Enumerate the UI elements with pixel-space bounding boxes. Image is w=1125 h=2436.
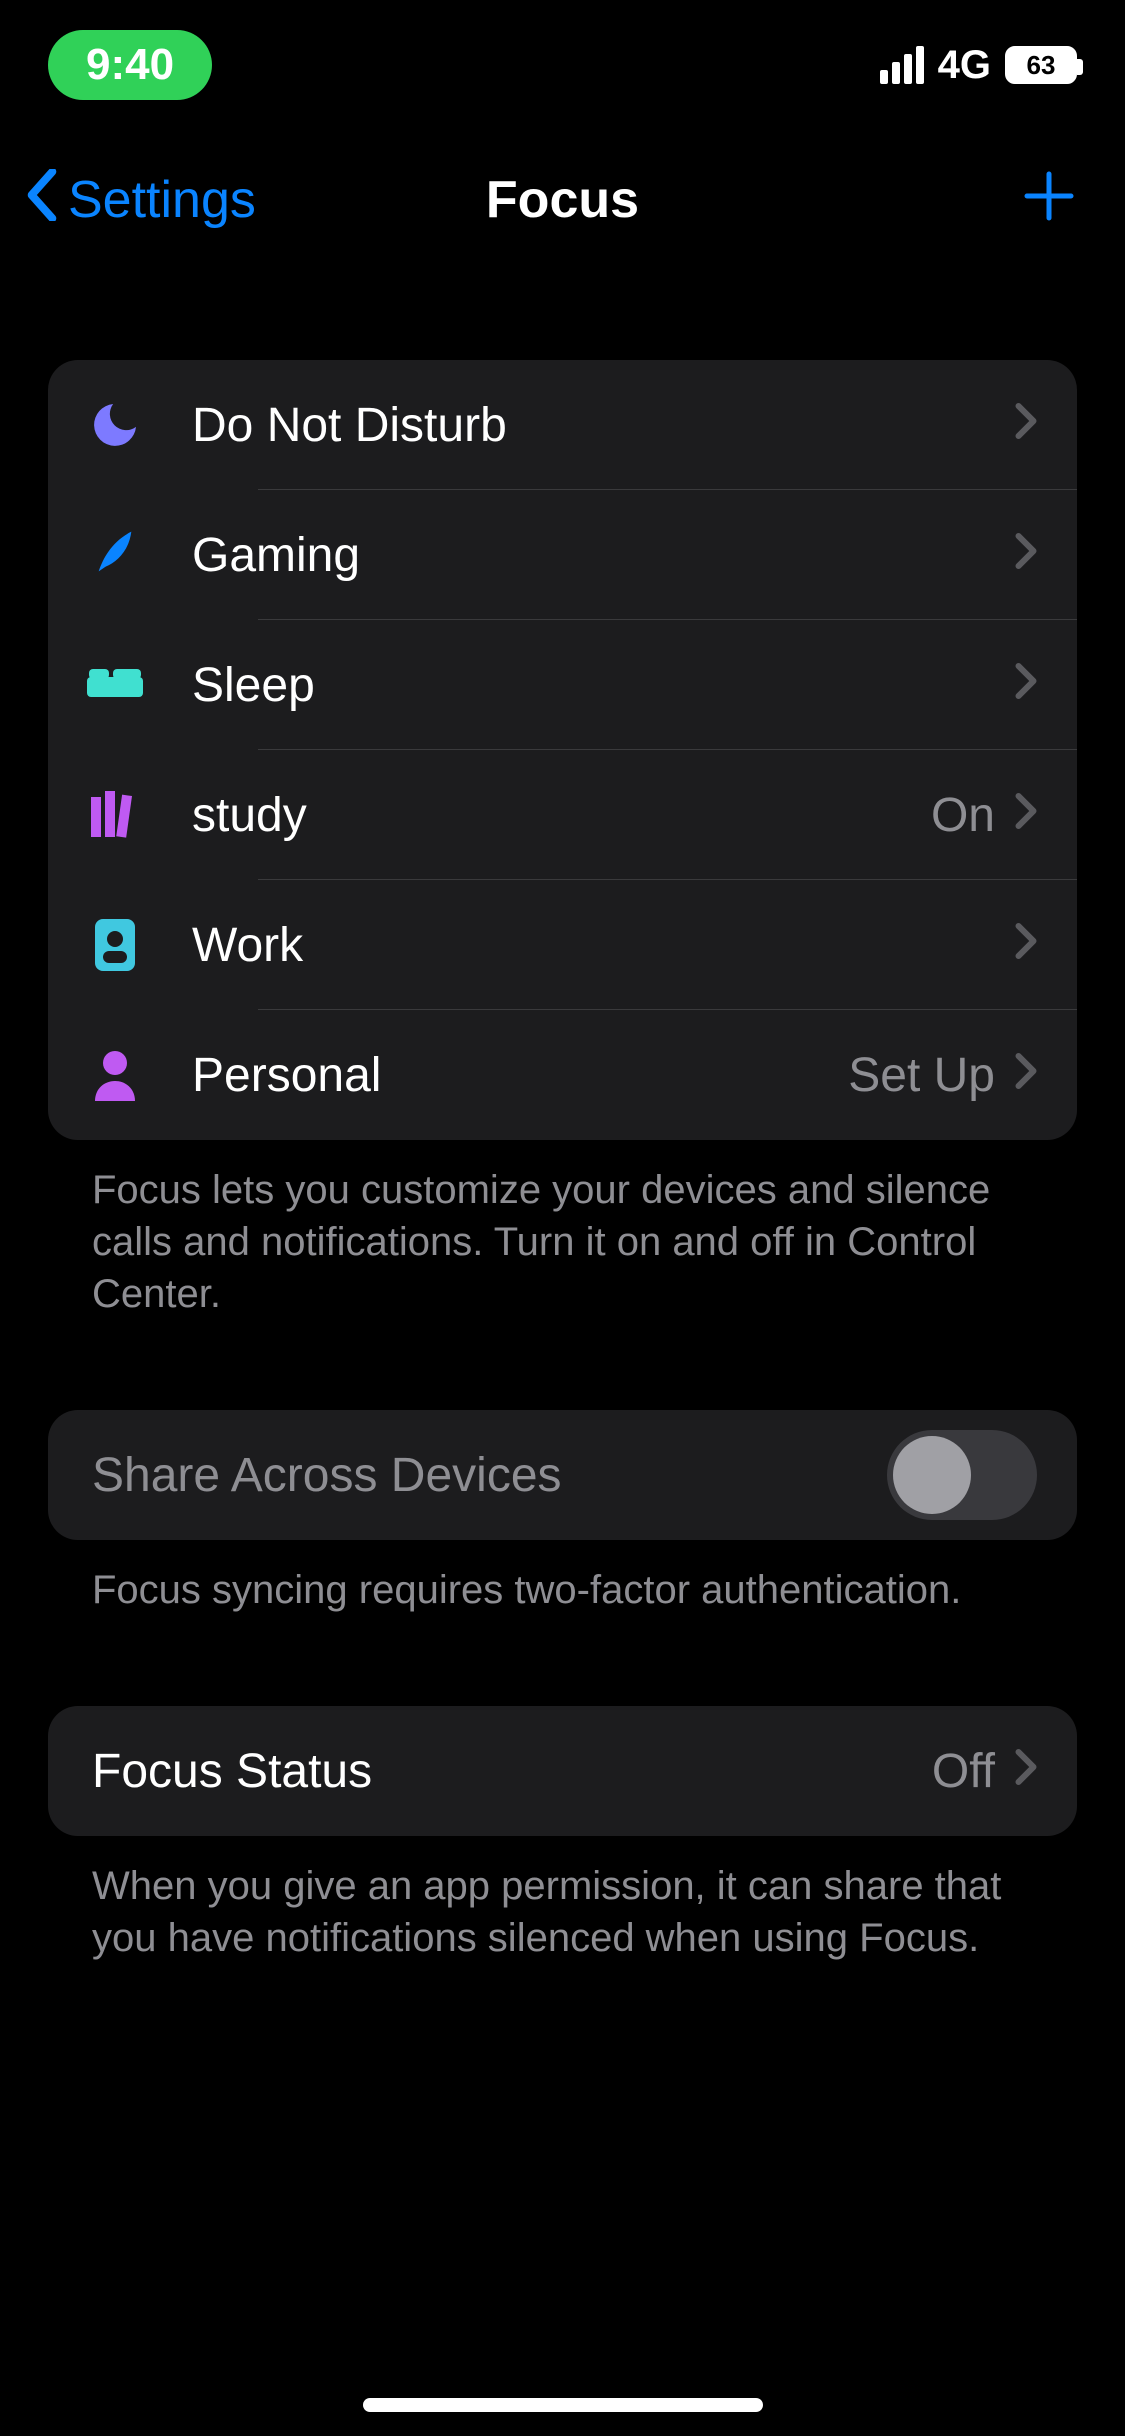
- focus-row-label: Personal: [192, 1048, 848, 1103]
- focus-row-label: Sleep: [192, 658, 995, 713]
- focus-row-do-not-disturb[interactable]: Do Not Disturb: [48, 360, 1077, 490]
- plus-icon: [1021, 159, 1077, 241]
- focus-status-label: Focus Status: [92, 1744, 932, 1799]
- focus-status-row[interactable]: Focus Status Off: [48, 1706, 1077, 1836]
- books-icon: [80, 789, 150, 841]
- status-time-pill[interactable]: 9:40: [48, 30, 212, 100]
- back-label: Settings: [68, 170, 256, 230]
- focus-row-label: study: [192, 788, 931, 843]
- content: Do Not Disturb Gaming Sleep: [0, 270, 1125, 1964]
- focus-row-personal[interactable]: Personal Set Up: [48, 1010, 1077, 1140]
- status-right: 4G 63: [880, 43, 1077, 88]
- share-toggle[interactable]: [887, 1430, 1037, 1520]
- battery-percent: 63: [1027, 50, 1056, 81]
- chevron-right-icon: [1015, 790, 1037, 840]
- focus-modes-group: Do Not Disturb Gaming Sleep: [48, 360, 1077, 1140]
- person-icon: [80, 1049, 150, 1101]
- focus-row-label: Work: [192, 918, 995, 973]
- focus-status-group: Focus Status Off: [48, 1706, 1077, 1836]
- battery-icon: 63: [1005, 46, 1077, 84]
- chevron-right-icon: [1015, 530, 1037, 580]
- chevron-right-icon: [1015, 660, 1037, 710]
- focus-status-value: Off: [932, 1744, 995, 1799]
- status-bar: 9:40 4G 63: [0, 0, 1125, 130]
- network-label: 4G: [938, 43, 991, 88]
- focus-row-value: On: [931, 788, 995, 843]
- chevron-left-icon: [24, 166, 60, 235]
- focus-row-work[interactable]: Work: [48, 880, 1077, 1010]
- share-across-devices-row: Share Across Devices: [48, 1410, 1077, 1540]
- chevron-right-icon: [1015, 1050, 1037, 1100]
- focus-row-sleep[interactable]: Sleep: [48, 620, 1077, 750]
- moon-icon: [80, 397, 150, 453]
- home-indicator[interactable]: [363, 2398, 763, 2412]
- page-title: Focus: [486, 170, 639, 230]
- share-group: Share Across Devices: [48, 1410, 1077, 1540]
- focus-row-label: Gaming: [192, 528, 995, 583]
- chevron-right-icon: [1015, 920, 1037, 970]
- share-footer: Focus syncing requires two-factor authen…: [48, 1540, 1077, 1616]
- bed-icon: [80, 665, 150, 705]
- focus-modes-footer: Focus lets you customize your devices an…: [48, 1140, 1077, 1320]
- back-button[interactable]: Settings: [24, 130, 256, 270]
- share-label: Share Across Devices: [92, 1448, 887, 1503]
- badge-icon: [80, 917, 150, 973]
- add-button[interactable]: [1021, 130, 1077, 270]
- focus-row-value: Set Up: [848, 1048, 995, 1103]
- focus-status-footer: When you give an app permission, it can …: [48, 1836, 1077, 1964]
- focus-row-label: Do Not Disturb: [192, 398, 995, 453]
- focus-row-gaming[interactable]: Gaming: [48, 490, 1077, 620]
- toggle-knob: [893, 1436, 971, 1514]
- chevron-right-icon: [1015, 400, 1037, 450]
- chevron-right-icon: [1015, 1746, 1037, 1796]
- cellular-signal-icon: [880, 46, 924, 84]
- rocket-icon: [80, 527, 150, 583]
- focus-row-study[interactable]: study On: [48, 750, 1077, 880]
- status-time: 9:40: [86, 40, 174, 89]
- nav-bar: Settings Focus: [0, 130, 1125, 270]
